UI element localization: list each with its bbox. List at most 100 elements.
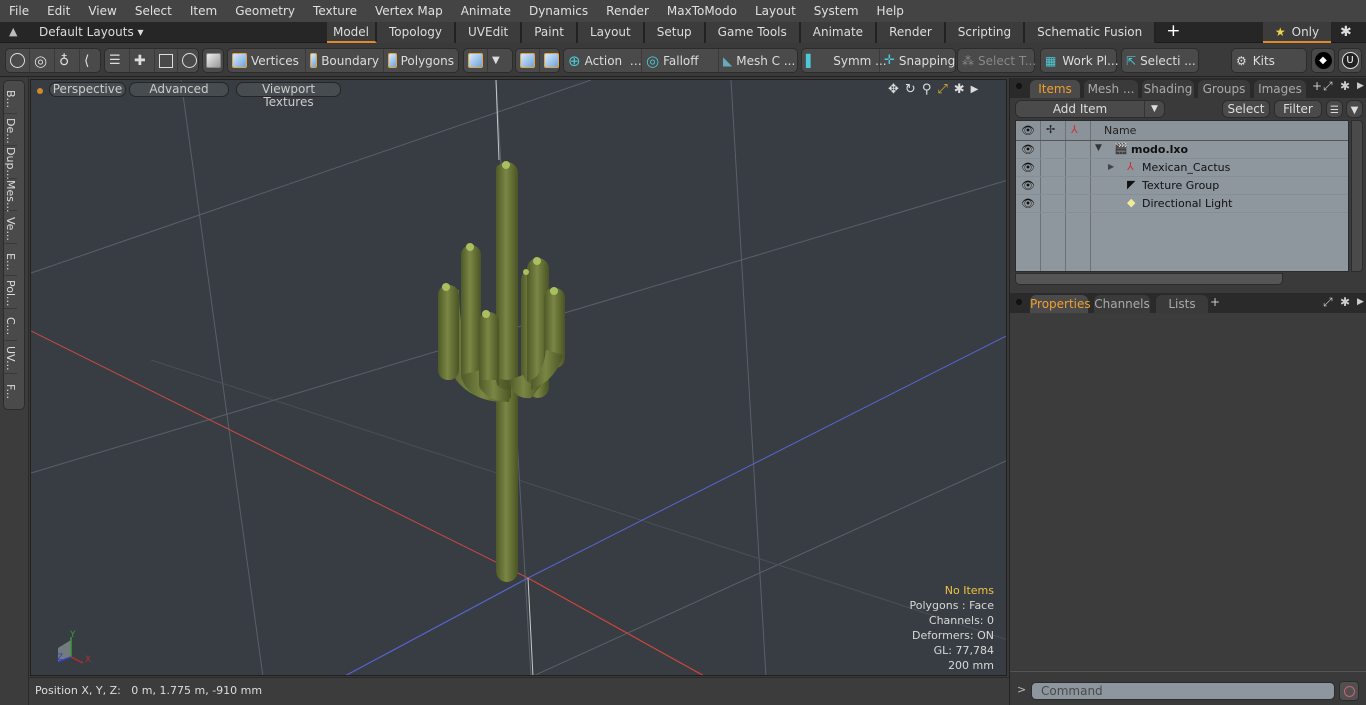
menu-maxtomodo[interactable]: MaxToModo xyxy=(658,0,746,22)
add-tab-button[interactable]: + xyxy=(1210,295,1220,309)
expand-triangle-icon[interactable]: ▶ xyxy=(1108,162,1114,171)
kits-button[interactable]: ⚙ Kits xyxy=(1231,48,1307,73)
tab-lists[interactable]: Lists xyxy=(1156,295,1208,313)
material-mode-dropdown[interactable]: ▼ xyxy=(463,48,513,73)
tab-channels[interactable]: Channels xyxy=(1094,295,1150,313)
list-item[interactable]: 👁 ▶ ⅄ Mexican_Cactus xyxy=(1016,159,1348,177)
viewport-options-dot[interactable] xyxy=(37,88,43,94)
item-list-hscrollbar[interactable] xyxy=(1015,273,1283,285)
menu-help[interactable]: Help xyxy=(868,0,913,22)
gear-icon[interactable]: ✱ xyxy=(1340,24,1352,40)
align-button[interactable]: ☰ xyxy=(105,49,130,72)
menu-geometry[interactable]: Geometry xyxy=(226,0,304,22)
work-plane-button[interactable]: ▦ Work Pl... xyxy=(1040,48,1119,73)
tab-model[interactable]: Model xyxy=(327,22,377,43)
tab-items[interactable]: Items xyxy=(1030,80,1080,98)
eye-icon[interactable]: 👁 xyxy=(1021,197,1035,210)
material-button[interactable] xyxy=(464,49,488,72)
only-toggle[interactable]: ★ Only xyxy=(1263,22,1331,43)
arrow-right-icon[interactable]: ▶ xyxy=(1357,297,1364,307)
tab-setup[interactable]: Setup xyxy=(644,22,706,43)
gear-icon[interactable]: ✱ xyxy=(954,82,965,98)
vtab-curve[interactable]: C... xyxy=(4,309,17,341)
tab-shading[interactable]: Shading xyxy=(1142,80,1194,98)
panel-dot-icon[interactable] xyxy=(1016,299,1022,305)
material-dropdown-arrow[interactable]: ▼ xyxy=(488,49,504,72)
vtab-deform[interactable]: De... xyxy=(4,114,17,146)
dial-button[interactable] xyxy=(178,49,201,72)
tab-layout[interactable]: Layout xyxy=(577,22,645,43)
tab-images[interactable]: Images xyxy=(1254,80,1306,98)
menu-select[interactable]: Select xyxy=(126,0,181,22)
vtab-mesh-edit[interactable]: Mes... xyxy=(4,179,17,213)
tab-schematic-fusion[interactable]: Schematic Fusion xyxy=(1025,22,1157,43)
snap-mode-a-button[interactable] xyxy=(516,49,540,72)
expand-triangle-icon[interactable]: ▼ xyxy=(1095,143,1102,153)
vtab-edge[interactable]: E... xyxy=(4,244,17,276)
arrow-right-icon[interactable]: ▶ xyxy=(1357,81,1364,91)
tab-scripting[interactable]: Scripting xyxy=(945,22,1026,43)
eye-icon[interactable]: 👁 xyxy=(1021,143,1035,156)
tab-paint[interactable]: Paint xyxy=(522,22,578,43)
shading-advanced-dropdown[interactable]: Advanced xyxy=(129,82,229,97)
eye-icon[interactable]: 👁 xyxy=(1021,161,1035,174)
menu-layout[interactable]: Layout xyxy=(746,0,805,22)
zoom-icon[interactable]: ⚲ xyxy=(922,82,932,98)
arrow-right-icon[interactable]: ▶ xyxy=(971,82,979,98)
move-icon[interactable]: ✥ xyxy=(888,82,899,98)
menu-animate[interactable]: Animate xyxy=(452,0,520,22)
tab-mesh[interactable]: Mesh ... xyxy=(1084,80,1138,98)
vtab-polygon[interactable]: Pol... xyxy=(4,276,17,309)
selection-sets-button[interactable]: ⇱ Selecti ... xyxy=(1121,48,1199,73)
gear-icon[interactable]: ✱ xyxy=(1340,295,1350,309)
item-mode-button[interactable] xyxy=(202,48,224,73)
collapse-up-icon[interactable]: ▲ xyxy=(9,26,21,38)
gear-icon[interactable]: ✱ xyxy=(1340,79,1350,93)
snap-mode-b-button[interactable] xyxy=(540,49,563,72)
tab-uvedit[interactable]: UVEdit xyxy=(456,22,523,43)
polygons-button[interactable]: Polygons xyxy=(384,49,458,72)
add-tab-icon[interactable]: + xyxy=(1312,79,1322,93)
vtab-fusion[interactable]: F... xyxy=(4,374,17,407)
rotate-icon[interactable]: ↻ xyxy=(905,82,916,98)
vtab-duplicate[interactable]: Dup... xyxy=(4,146,17,180)
path-button[interactable]: ⟨ xyxy=(80,49,104,72)
expand-icon[interactable]: ⤢ xyxy=(1323,295,1333,310)
funnel-button[interactable]: ▼ xyxy=(1346,100,1363,118)
action-center-button[interactable]: ⊕ Action … xyxy=(564,49,642,72)
name-column-header[interactable]: Name xyxy=(1104,124,1136,137)
record-macro-button[interactable] xyxy=(1339,681,1359,701)
tab-game-tools[interactable]: Game Tools xyxy=(705,22,801,43)
add-item-dropdown[interactable]: Add Item ▼ xyxy=(1015,100,1165,118)
menu-file[interactable]: File xyxy=(0,0,38,22)
square-circle-button[interactable] xyxy=(155,49,178,72)
filter-button[interactable]: Filter xyxy=(1274,100,1322,118)
menu-view[interactable]: View xyxy=(79,0,125,22)
list-item[interactable]: 👁 ▼ 🎬 modo.lxo xyxy=(1016,141,1348,159)
item-list-scrollbar[interactable] xyxy=(1351,120,1363,272)
add-layout-tab-button[interactable]: + xyxy=(1156,22,1190,43)
viewport-textures-dropdown[interactable]: Viewport Textures xyxy=(236,82,341,109)
circle-select-button[interactable] xyxy=(6,49,30,72)
vtab-uv[interactable]: UV... xyxy=(4,341,17,374)
list-item[interactable]: 👁 ◆ Directional Light xyxy=(1016,195,1348,213)
panel-dot-icon[interactable] xyxy=(1016,83,1022,89)
select-button[interactable]: Select xyxy=(1222,100,1270,118)
menu-dynamics[interactable]: Dynamics xyxy=(520,0,597,22)
boundary-button[interactable]: Boundary xyxy=(306,49,384,72)
menu-system[interactable]: System xyxy=(805,0,868,22)
sphere-button[interactable]: ◎ xyxy=(30,49,55,72)
vtab-basic[interactable]: B... xyxy=(4,81,17,114)
menu-item[interactable]: Item xyxy=(181,0,226,22)
tab-groups[interactable]: Groups xyxy=(1198,80,1250,98)
list-options-button[interactable]: ☰ xyxy=(1326,100,1343,118)
menu-vertex-map[interactable]: Vertex Map xyxy=(366,0,452,22)
command-input[interactable]: Command xyxy=(1031,682,1335,700)
tab-render[interactable]: Render xyxy=(877,22,946,43)
tab-topology[interactable]: Topology xyxy=(377,22,456,43)
list-item[interactable]: 👁 ◤ Texture Group xyxy=(1016,177,1348,195)
eye-icon[interactable]: 👁 xyxy=(1021,179,1035,192)
menu-texture[interactable]: Texture xyxy=(304,0,366,22)
perspective-dropdown[interactable]: Perspective xyxy=(49,82,126,97)
tab-animate[interactable]: Animate xyxy=(800,22,878,43)
